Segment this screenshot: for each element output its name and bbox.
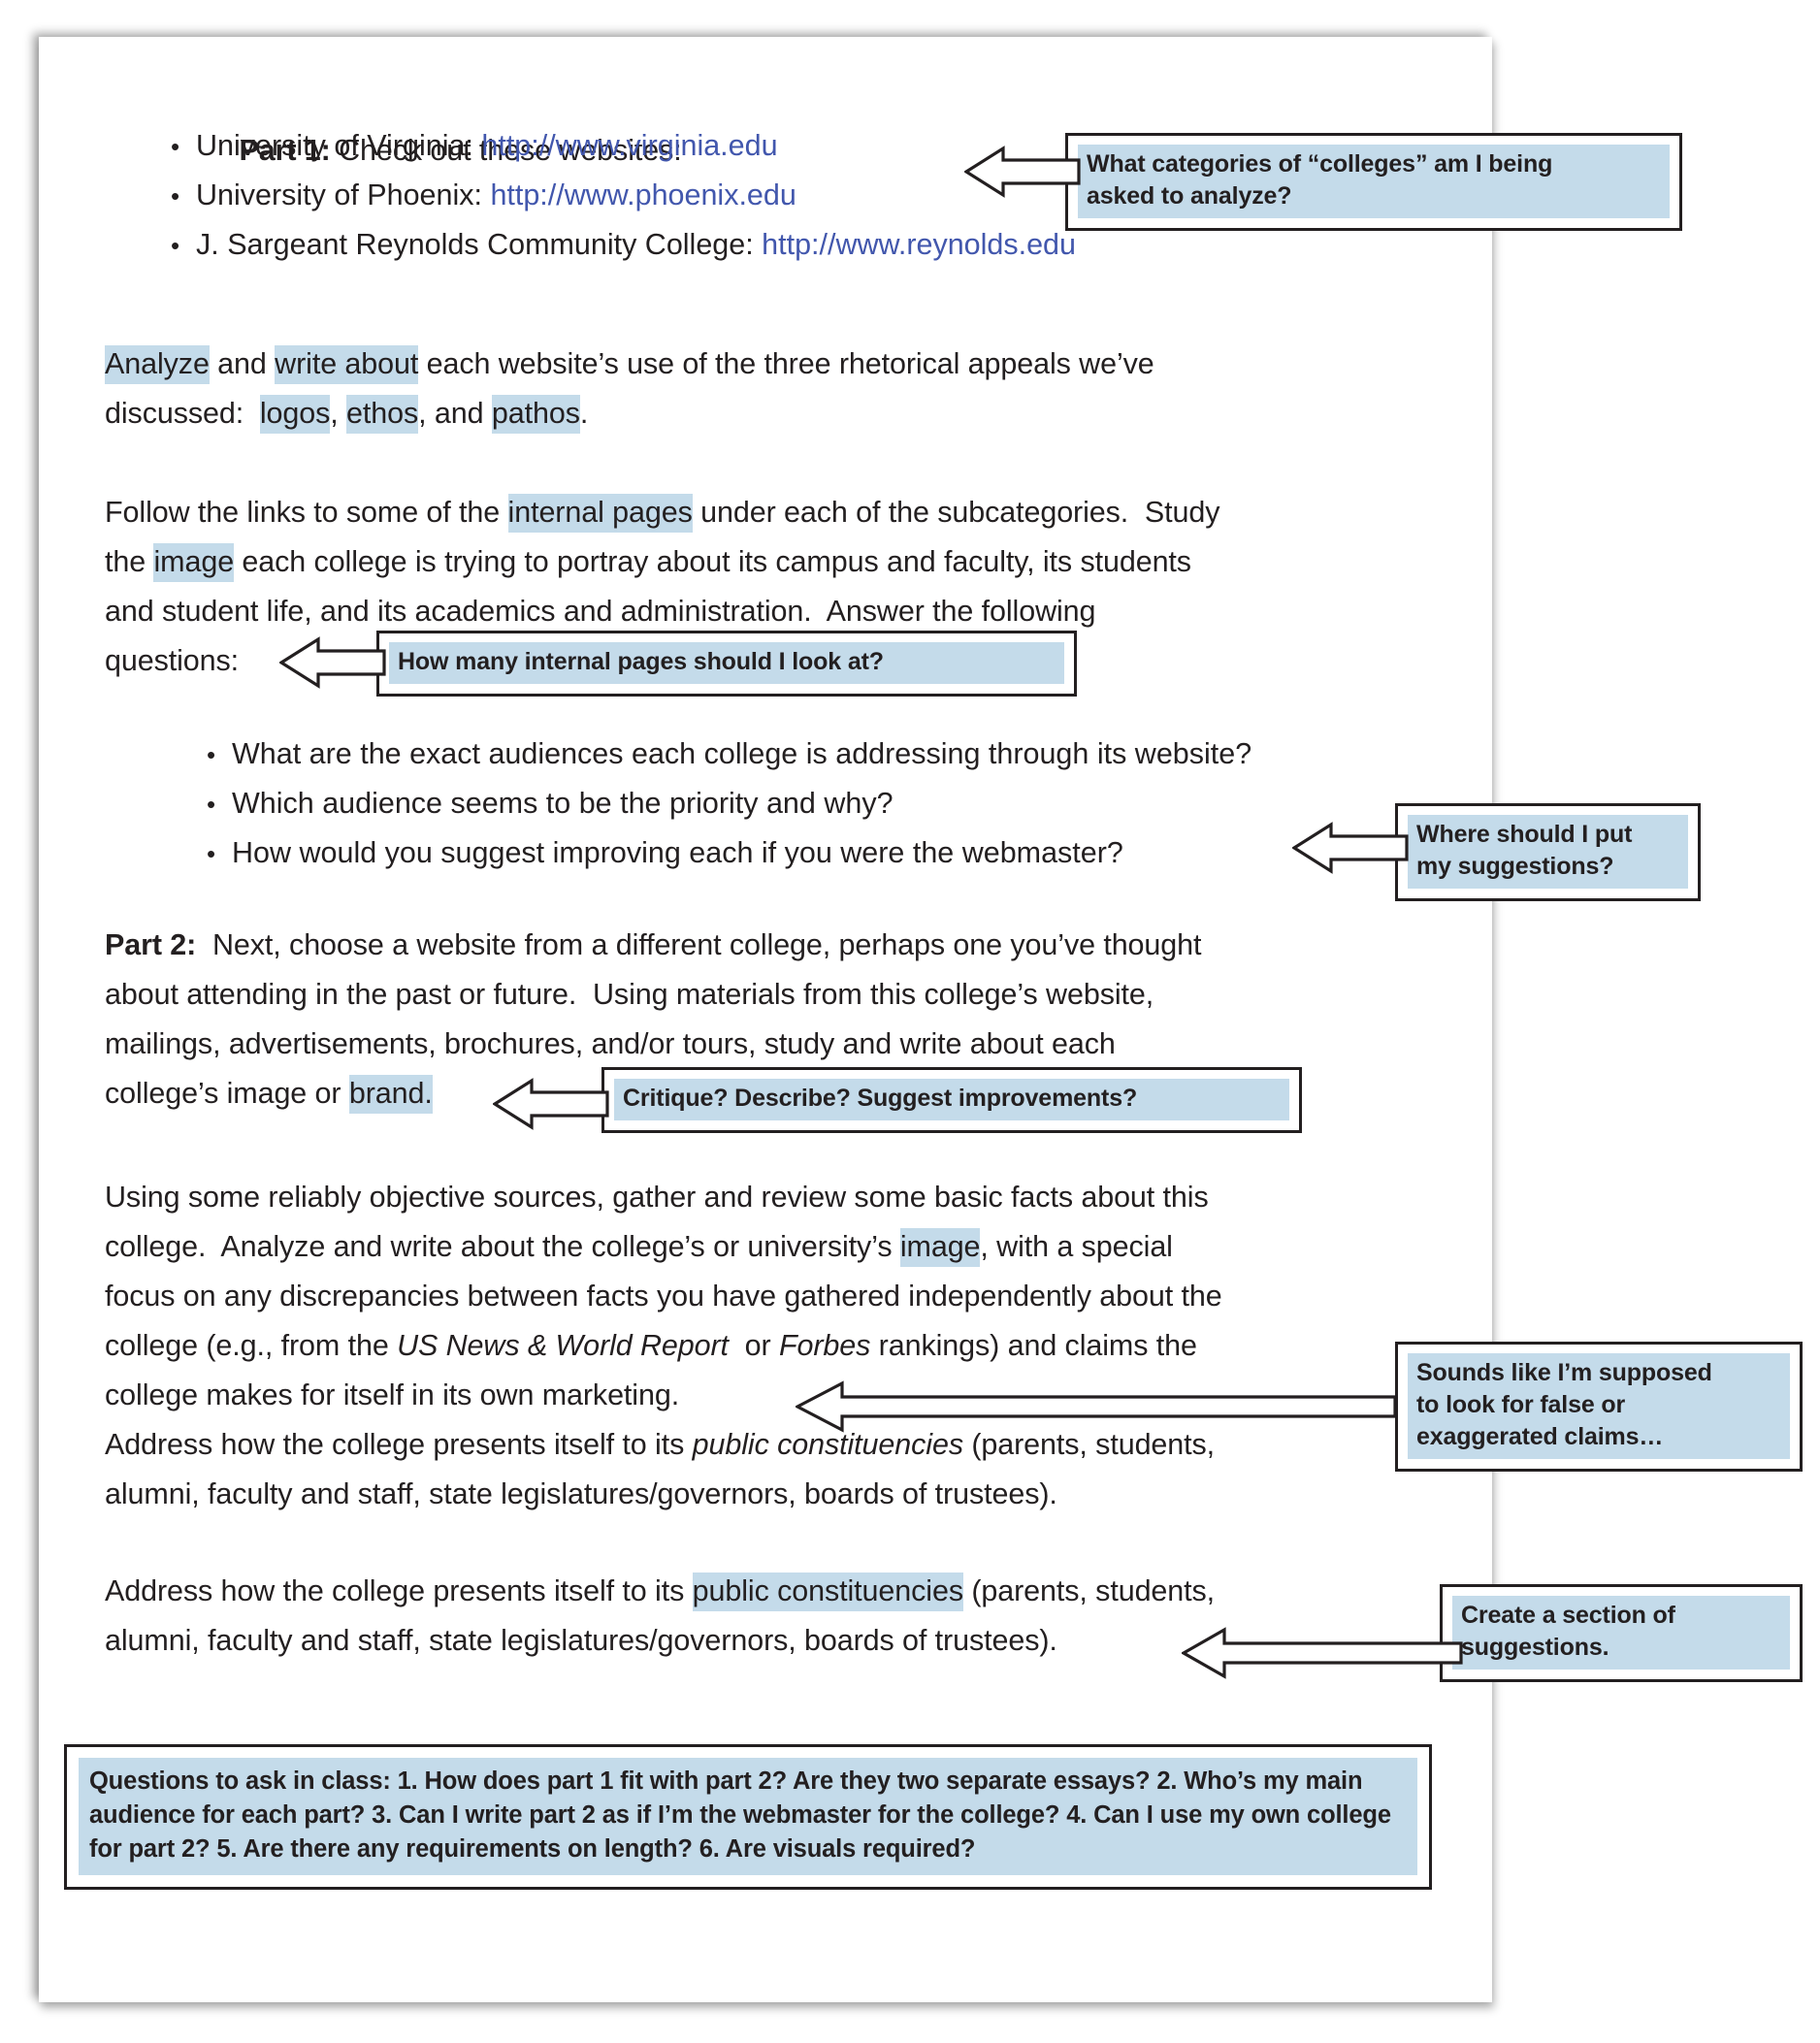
link-label: University of Virginia: <box>196 129 482 162</box>
link-label: J. Sargeant Reynolds Community College: <box>196 228 763 261</box>
callout-false-claims-text: Sounds like I’m supposed to look for fals… <box>1408 1353 1790 1459</box>
callout-line: to look for false or <box>1416 1391 1626 1418</box>
callout-suggestions: Where should I put my suggestions? <box>1395 803 1701 901</box>
link-label: University of Phoenix: <box>196 178 491 211</box>
highlight-logos: logos <box>259 395 330 434</box>
link-url[interactable]: http://www.reynolds.edu <box>762 228 1076 261</box>
callout-internal-pages-text: How many internal pages should I look at… <box>389 642 1064 684</box>
callout-line: Where should I put <box>1416 821 1633 848</box>
callout-line: my suggestions? <box>1416 853 1614 880</box>
paragraph-analyze: Analyze and write about each website’s u… <box>105 340 1405 488</box>
question-text: What are the exact audiences each colleg… <box>232 737 1252 770</box>
callout-false-claims: Sounds like I’m supposed to look for fals… <box>1395 1342 1803 1472</box>
callout-line: Sounds like I’m supposed <box>1416 1359 1712 1386</box>
callout-categories: What categories of “colleges” am I being… <box>1065 133 1682 231</box>
text-run: , <box>330 397 347 430</box>
italic-us-news: US News & World Report <box>397 1329 729 1362</box>
part2-label: Part 2: <box>105 928 197 961</box>
bullet-icon: • <box>171 231 180 260</box>
link-row-text: J. Sargeant Reynolds Community College: … <box>196 220 1076 270</box>
callout-create-section: Create a section of suggestions. <box>1440 1584 1803 1682</box>
callout-line: Create a section of <box>1461 1602 1675 1629</box>
paragraph-follow-links: Follow the links to some of the internal… <box>105 488 1414 735</box>
list-item: • University of Phoenix: http://www.phoe… <box>171 171 796 221</box>
text-run: Follow the links to some of the <box>105 496 508 529</box>
questions-to-ask-box: Questions to ask in class: 1. How does p… <box>64 1744 1432 1890</box>
callout-arrow-false-claims <box>796 1372 1397 1442</box>
list-item: • Which audience seems to be the priorit… <box>207 779 1419 829</box>
callout-line: What categories of “colleges” am I being <box>1087 150 1553 178</box>
callout-line: asked to analyze? <box>1087 182 1292 210</box>
callout-line: exaggerated claims… <box>1416 1423 1664 1450</box>
questions-to-ask-text: Questions to ask in class: 1. How does p… <box>79 1758 1417 1875</box>
bullet-icon: • <box>171 132 180 161</box>
list-item: • J. Sargeant Reynolds Community College… <box>171 220 1076 271</box>
italic-forbes: Forbes <box>778 1329 871 1362</box>
list-item: • How would you suggest improving each i… <box>207 828 1419 879</box>
list-item: • University of Virginia: http://www.vir… <box>171 121 778 172</box>
question-text: Which audience seems to be the priority … <box>232 787 894 820</box>
callout-categories-text: What categories of “colleges” am I being… <box>1078 145 1670 218</box>
callout-suggestions-text: Where should I put my suggestions? <box>1408 815 1688 889</box>
highlight-image: image <box>153 543 234 582</box>
text-run: . <box>579 397 589 430</box>
callout-line: suggestions. <box>1461 1634 1609 1661</box>
highlight-brand: brand. <box>348 1075 433 1114</box>
text-run: Address how the college presents itself … <box>105 1574 693 1607</box>
bullet-icon: • <box>207 839 216 868</box>
text-run: or <box>728 1329 779 1362</box>
callout-arrow-suggestions <box>1292 813 1409 883</box>
callout-critique-text: Critique? Describe? Suggest improvements… <box>614 1079 1289 1120</box>
document-page-canvas: Part 1: Check out these websites: • Univ… <box>0 0 1820 2043</box>
callout-arrow-internal-pages <box>279 628 386 697</box>
callout-arrow-categories <box>964 137 1081 207</box>
link-row-text: University of Phoenix: http://www.phoeni… <box>196 171 796 220</box>
highlight-image-2: image <box>899 1228 981 1267</box>
highlight-ethos: ethos <box>346 395 418 434</box>
highlight-write-about: write about <box>275 345 418 384</box>
link-url[interactable]: http://www.virginia.edu <box>481 129 777 162</box>
bullet-icon: • <box>207 790 216 819</box>
link-row-text: University of Virginia: http://www.virgi… <box>196 121 778 171</box>
callout-critique: Critique? Describe? Suggest improvements… <box>601 1067 1302 1133</box>
highlight-pathos: pathos <box>491 395 580 434</box>
callout-internal-pages: How many internal pages should I look at… <box>376 631 1077 697</box>
text-run: and <box>209 347 276 380</box>
callout-arrow-critique <box>493 1069 609 1139</box>
callout-arrow-create-section <box>1182 1618 1463 1688</box>
list-item: • What are the exact audiences each coll… <box>207 730 1419 780</box>
bullet-icon: • <box>171 181 180 211</box>
text-run: , and <box>418 397 492 430</box>
question-text: How would you suggest improving each if … <box>232 836 1123 869</box>
link-url[interactable]: http://www.phoenix.edu <box>490 178 796 211</box>
highlight-internal-pages: internal pages <box>507 494 693 533</box>
highlight-public-constituencies: public constituencies <box>692 1573 963 1611</box>
bullet-icon: • <box>207 740 216 769</box>
paragraph-objective-sources: Using some reliably objective sources, g… <box>105 1173 1424 1569</box>
highlight-analyze: Analyze <box>105 345 210 384</box>
callout-create-section-text: Create a section of suggestions. <box>1452 1596 1790 1670</box>
